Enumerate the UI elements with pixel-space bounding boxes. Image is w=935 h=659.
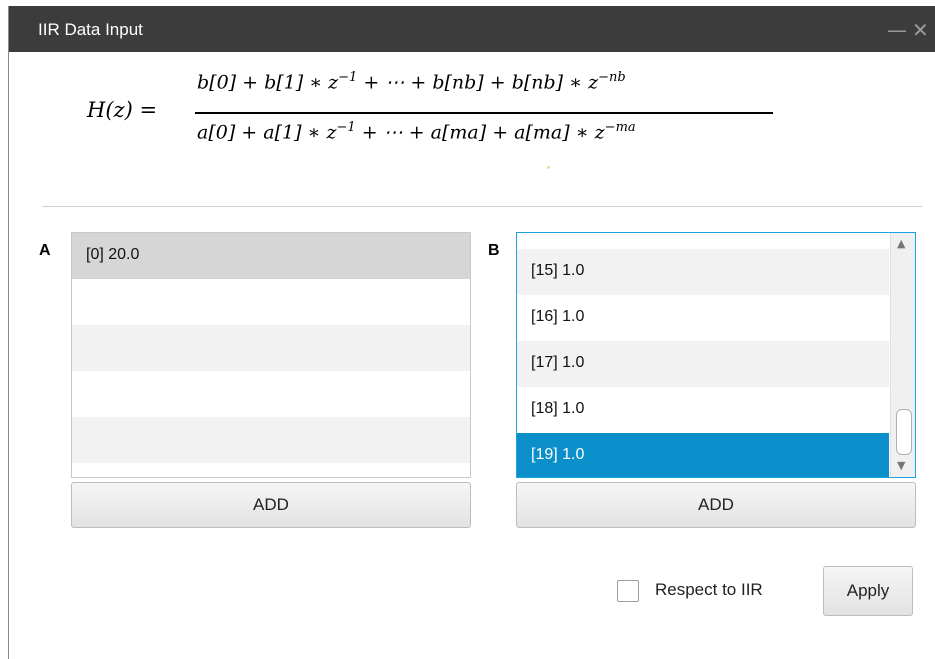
list-b-label: B xyxy=(488,242,500,259)
list-a[interactable]: [0] 20.0 xyxy=(71,232,471,478)
add-b-button[interactable]: ADD xyxy=(516,482,916,528)
respect-to-iir-label[interactable]: Respect to IIR xyxy=(655,580,763,600)
list-a-empty-row xyxy=(72,371,470,417)
formula-numerator: b[0] + b[1] ∗ z−1 + ⋯ + b[nb] + b[nb] ∗ … xyxy=(197,70,626,94)
divider xyxy=(42,206,922,207)
list-b-item-selected[interactable]: [19] 1.0 xyxy=(517,433,889,477)
minimize-icon[interactable]: — xyxy=(887,18,907,42)
respect-to-iir-checkbox[interactable] xyxy=(617,580,639,602)
list-a-empty-row xyxy=(72,325,470,371)
list-b-scrollbar[interactable]: ▲ ▼ xyxy=(890,233,915,477)
scroll-down-icon[interactable]: ▼ xyxy=(897,459,905,472)
window-title: IIR Data Input xyxy=(38,20,143,39)
apply-button[interactable]: Apply xyxy=(823,566,913,616)
formula-denominator: a[0] + a[1] ∗ z−1 + ⋯ + a[ma] + a[ma] ∗ … xyxy=(197,120,636,144)
list-b-item[interactable]: [18] 1.0 xyxy=(517,387,889,433)
scroll-up-icon[interactable]: ▲ xyxy=(897,237,905,250)
list-a-item[interactable]: [0] 20.0 xyxy=(72,233,470,279)
list-a-label: A xyxy=(39,242,51,259)
list-a-empty-row xyxy=(72,417,470,463)
list-b-item[interactable]: [15] 1.0 xyxy=(517,249,889,295)
list-b-item[interactable]: [14] 1.0 xyxy=(517,233,889,249)
list-a-empty-row xyxy=(72,279,470,325)
scroll-thumb[interactable] xyxy=(896,409,912,455)
list-b-item[interactable]: [17] 1.0 xyxy=(517,341,889,387)
list-b-item[interactable]: [16] 1.0 xyxy=(517,295,889,341)
add-a-button[interactable]: ADD xyxy=(71,482,471,528)
formula-lhs: H(z) = xyxy=(87,98,158,122)
transfer-function-formula: H(z) = b[0] + b[1] ∗ z−1 + ⋯ + b[nb] + b… xyxy=(87,64,807,156)
list-a-empty-row xyxy=(72,463,470,477)
close-icon[interactable]: ✕ xyxy=(912,18,929,42)
fraction-bar xyxy=(195,112,773,114)
iir-data-input-window: IIR Data Input — ✕ H(z) = b[0] + b[1] ∗ … xyxy=(8,6,935,659)
decorative-dot xyxy=(547,166,550,169)
title-bar[interactable]: IIR Data Input — ✕ xyxy=(9,6,935,52)
list-b[interactable]: [14] 1.0 [15] 1.0 [16] 1.0 [17] 1.0 [18]… xyxy=(516,232,916,478)
